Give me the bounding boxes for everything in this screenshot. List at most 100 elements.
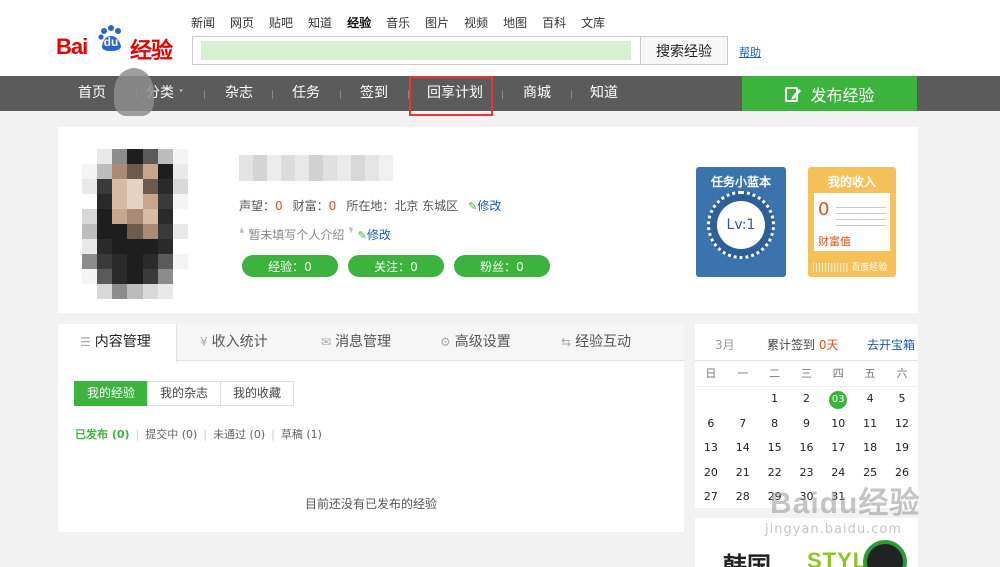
nav-signin[interactable]: 签到 [360,76,388,111]
experience-count-pill[interactable]: 经验：0 [242,255,338,277]
calendar-day[interactable]: 11 [854,412,886,437]
top-nav-news[interactable]: 新闻 [191,14,215,31]
open-treasure-link[interactable]: 去开宝箱 [867,336,915,353]
ad-banner[interactable]: 韩国 STYLE [695,518,918,567]
calendar-day[interactable]: 10 [822,412,854,437]
avatar[interactable] [82,149,188,299]
top-nav-video[interactable]: 视频 [464,14,488,31]
logo-bai-text: Bai [56,34,88,59]
top-nav-map[interactable]: 地图 [503,14,527,31]
top-nav-image[interactable]: 图片 [425,14,449,31]
nav-divider [502,90,503,99]
calendar-day[interactable]: 14 [727,436,759,461]
calendar-week: 27 28 29 30 31 [695,485,918,510]
avatar-pixel [82,254,98,269]
calendar-day[interactable]: 8 [759,412,791,437]
weekday-label: 五 [864,367,876,380]
search-input[interactable] [201,41,631,60]
nav-zhidao[interactable]: 知道 [590,76,618,111]
calendar-day[interactable]: 19 [886,436,918,461]
avatar-pixel [82,209,98,224]
edit-intro-link[interactable]: 修改 [367,228,391,242]
top-nav-jingyan[interactable]: 经验 [347,14,371,31]
income-card[interactable]: 我的收入 0 财富值 |||||||||||| 百度经验 [808,167,896,277]
calendar-day[interactable]: 9 [791,412,823,437]
top-nav-tieba[interactable]: 贴吧 [269,14,293,31]
nav-magazine[interactable]: 杂志 [225,76,253,111]
avatar-pixel [112,239,128,254]
filter-published[interactable]: 已发布 (0) [75,428,130,441]
tab-messages[interactable]: ✉ 消息管理 [321,324,391,361]
tab-interaction[interactable]: ⇆ 经验互动 [561,324,631,361]
weekday-label: 二 [769,367,781,380]
calendar-day[interactable]: 5 [886,387,918,412]
calendar-day[interactable]: 28 [727,485,759,510]
calendar-day[interactable]: 13 [695,436,727,461]
wealth-label: 财富： [292,199,329,213]
baidu-jingyan-logo[interactable]: Bai du 经验 [56,18,181,64]
follow-count-pill[interactable]: 关注：0 [348,255,444,277]
calendar-day[interactable]: 4 [854,387,886,412]
calendar-day[interactable]: 24 [822,461,854,486]
calendar-day[interactable]: 31 [822,485,854,510]
filter-submitting[interactable]: 提交中 (0) [145,428,197,441]
edit-location-link[interactable]: 修改 [477,199,501,213]
calendar-day[interactable]: 18 [854,436,886,461]
avatar-pixel [82,194,98,209]
avatar-pixel [172,149,188,164]
calendar-day[interactable]: 25 [854,461,886,486]
tab-income-stats[interactable]: ¥ 收入统计 [200,324,268,361]
top-nav: 新闻 网页 贴吧 知道 经验 音乐 图片 视频 地图 百科 文库 [191,14,620,31]
search-button[interactable]: 搜索经验 [640,36,728,65]
subtab-my-experience[interactable]: 我的经验 [74,381,149,406]
calendar-day[interactable]: 7 [727,412,759,437]
fans-count-pill[interactable]: 粉丝：0 [454,255,550,277]
nav-mall[interactable]: 商城 [523,76,551,111]
tab-advanced-settings[interactable]: ⚙ 高级设置 [440,324,511,361]
nav-tasks[interactable]: 任务 [292,76,320,111]
calendar-day[interactable]: 2 [791,387,823,412]
calendar-day[interactable]: 20 [695,461,727,486]
filter-rejected[interactable]: 未通过 (0) [213,428,265,441]
avatar-pixel [127,194,143,209]
filter-drafts[interactable]: 草稿 (1) [281,428,322,441]
calendar-day[interactable]: 26 [886,461,918,486]
calendar-day[interactable]: 22 [759,461,791,486]
pencil-icon: ✎ [468,200,478,213]
location-value: 北京 东城区 [394,199,459,213]
calendar-day[interactable]: 16 [791,436,823,461]
help-link[interactable]: 帮助 [739,44,761,60]
nav-home[interactable]: 首页 [78,76,106,111]
task-book-card[interactable]: 任务小蓝本 Lv:1 [696,167,786,277]
calendar-day[interactable]: 6 [695,412,727,437]
subtab-my-favorites[interactable]: 我的收藏 [220,381,295,406]
publish-experience-button[interactable]: 发布经验 [742,76,917,111]
avatar-pixel [82,239,98,254]
top-nav-zhidao[interactable]: 知道 [308,14,332,31]
profile-card: 声望：0 财富：0 所在地：北京 东城区 ✎修改 ❛ 暂未填写个人介绍 ❜ ✎修改 经… [58,127,918,313]
avatar-pixel [157,209,173,224]
sheet-line [836,225,886,226]
calendar-day[interactable]: 1 [759,387,791,412]
sub-tabs: 我的经验 我的杂志 我的收藏 [74,381,295,406]
top-nav-baike[interactable]: 百科 [542,14,566,31]
avatar-pixel [127,224,143,239]
top-nav-music[interactable]: 音乐 [386,14,410,31]
calendar-day[interactable]: 17 [822,436,854,461]
top-nav-web[interactable]: 网页 [230,14,254,31]
calendar-day[interactable]: 29 [759,485,791,510]
calendar-day[interactable]: 12 [886,412,918,437]
avatar-pixel [157,149,173,164]
avatar-pixel [112,149,128,164]
calendar-day[interactable]: 23 [791,461,823,486]
calendar-day[interactable]: 30 [791,485,823,510]
calendar-day[interactable]: 03 [822,387,854,412]
calendar-day[interactable]: 27 [695,485,727,510]
calendar-day[interactable]: 15 [759,436,791,461]
top-nav-wenku[interactable]: 文库 [581,14,605,31]
calendar-day[interactable]: 21 [727,461,759,486]
avatar-pixel [82,164,98,179]
gear-icon: ⚙ [440,335,451,349]
tab-content-management[interactable]: ☰ 内容管理 [58,324,177,362]
subtab-my-magazine[interactable]: 我的杂志 [147,381,222,406]
